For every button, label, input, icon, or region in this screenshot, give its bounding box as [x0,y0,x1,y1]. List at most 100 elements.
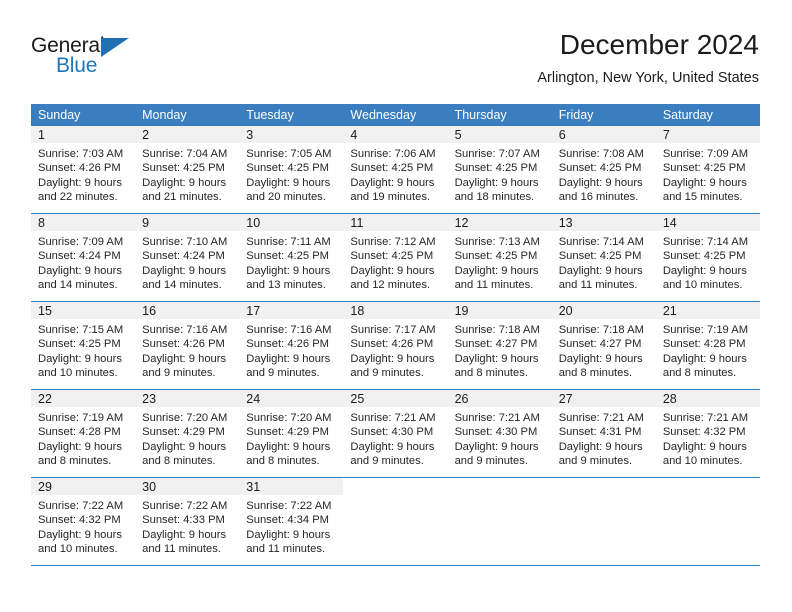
calendar-day-cell[interactable]: 17 Sunrise: 7:16 AM Sunset: 4:26 PM Dayligh… [239,302,344,389]
calendar-day-cell[interactable]: 22 Sunrise: 7:19 AM Sunset: 4:28 PM Dayligh… [31,390,136,477]
day-number: 21 [662,304,677,318]
daylight-text-line1: Daylight: 9 hours [454,264,539,277]
sunrise-text: Sunrise: 7:09 AM [38,236,124,248]
calendar-day-cell[interactable]: 24 Sunrise: 7:20 AM Sunset: 4:29 PM Dayligh… [239,390,344,477]
calendar-day-cell[interactable]: 13 Sunrise: 7:14 AM Sunset: 4:25 PM Dayligh… [551,214,656,301]
sunset-text: Sunset: 4:30 PM [454,426,538,439]
calendar-day-cell[interactable]: 11 Sunrise: 7:12 AM Sunset: 4:25 PM Dayligh… [343,214,448,301]
daylight-text-line2: and 10 minutes. [38,543,118,556]
day-number-band: 3 [239,126,344,143]
sunrise-text: Sunrise: 7:14 AM [662,236,749,248]
day-details: Sunrise: 7:09 AM Sunset: 4:24 PM Daylight:… [31,231,135,293]
calendar-day-cell[interactable]: 21 Sunrise: 7:19 AM Sunset: 4:28 PM Dayligh… [655,302,760,389]
calendar-day-cell[interactable]: 16 Sunrise: 7:16 AM Sunset: 4:26 PM Dayligh… [135,302,240,389]
day-number-band: 10 [239,214,344,231]
page-header: General Blue December 2024 Arlington, Ne… [0,0,792,100]
daylight-text-line2: and 18 minutes. [454,191,535,204]
calendar-day-cell[interactable]: 27 Sunrise: 7:21 AM Sunset: 4:31 PM Dayligh… [551,390,656,477]
day-number: 9 [142,216,150,230]
day-details: Sunrise: 7:15 AM Sunset: 4:25 PM Daylight:… [31,319,135,381]
sunrise-text: Sunrise: 7:22 AM [142,500,228,512]
day-number-band: 14 [655,214,760,231]
calendar-day-cell[interactable]: 19 Sunrise: 7:18 AM Sunset: 4:27 PM Dayligh… [447,302,552,389]
calendar-day-cell[interactable]: 3 Sunrise: 7:05 AM Sunset: 4:25 PM Daylight… [239,126,344,213]
daylight-text-line2: and 8 minutes. [246,455,320,468]
daylight-text-line2: and 16 minutes. [558,191,639,204]
daylight-text-line2: and 10 minutes. [38,367,118,380]
day-details: Sunrise: 7:20 AM Sunset: 4:29 PM Daylight:… [135,407,239,469]
sunrise-text: Sunrise: 7:03 AM [38,148,124,160]
calendar-day-cell[interactable]: 31 Sunrise: 7:22 AM Sunset: 4:34 PM Dayligh… [239,478,344,565]
day-details: Sunrise: 7:14 AM Sunset: 4:25 PM Daylight:… [656,231,760,293]
daylight-text-line1: Daylight: 9 hours [38,264,122,277]
calendar-day-cell[interactable]: 10 Sunrise: 7:11 AM Sunset: 4:25 PM Dayligh… [239,214,344,301]
day-number: 8 [38,216,45,230]
day-number: 18 [350,304,365,318]
day-details: Sunrise: 7:06 AM Sunset: 4:25 PM Daylight:… [343,143,447,205]
sunrise-text: Sunrise: 7:10 AM [142,236,228,248]
sunrise-text: Sunrise: 7:09 AM [662,148,749,160]
sunset-text: Sunset: 4:25 PM [662,250,746,263]
sunrise-text: Sunrise: 7:19 AM [662,324,749,336]
sunrise-text: Sunrise: 7:21 AM [558,412,644,424]
calendar-day-cell[interactable]: 23 Sunrise: 7:20 AM Sunset: 4:29 PM Dayligh… [135,390,240,477]
day-number-band: 1 [31,126,136,143]
daylight-text-line1: Daylight: 9 hours [454,176,539,189]
calendar-day-cell[interactable]: 26 Sunrise: 7:21 AM Sunset: 4:30 PM Dayligh… [447,390,552,477]
sunset-text: Sunset: 4:32 PM [38,514,121,527]
day-number: 17 [246,304,261,318]
daylight-text-line2: and 14 minutes. [38,279,118,292]
daylight-text-line2: and 21 minutes. [142,191,222,204]
calendar-day-cell[interactable]: 12 Sunrise: 7:13 AM Sunset: 4:25 PM Dayligh… [447,214,552,301]
calendar-day-cell[interactable]: 5 Sunrise: 7:07 AM Sunset: 4:25 PM Daylight… [447,126,552,213]
sunset-text: Sunset: 4:25 PM [38,338,121,351]
calendar-day-cell[interactable]: 25 Sunrise: 7:21 AM Sunset: 4:30 PM Dayligh… [343,390,448,477]
daylight-text-line2: and 12 minutes. [350,279,431,292]
daylight-text-line1: Daylight: 9 hours [558,440,643,453]
day-number-band: 11 [343,214,448,231]
daylight-text-line1: Daylight: 9 hours [246,440,331,453]
calendar-day-cell[interactable]: 15 Sunrise: 7:15 AM Sunset: 4:25 PM Dayligh… [31,302,136,389]
calendar-day-cell[interactable]: 6 Sunrise: 7:08 AM Sunset: 4:25 PM Daylight… [551,126,656,213]
sunset-text: Sunset: 4:32 PM [662,426,746,439]
day-number: 11 [350,216,364,230]
day-number-band: 16 [135,302,240,319]
daylight-text-line1: Daylight: 9 hours [246,352,331,365]
calendar-day-cell[interactable]: 30 Sunrise: 7:22 AM Sunset: 4:33 PM Dayligh… [135,478,240,565]
daylight-text-line1: Daylight: 9 hours [350,264,435,277]
daylight-text-line1: Daylight: 9 hours [142,264,227,277]
day-number: 25 [350,392,365,406]
daylight-text-line1: Daylight: 9 hours [662,176,747,189]
calendar-day-cell[interactable]: 14 Sunrise: 7:14 AM Sunset: 4:25 PM Dayligh… [655,214,760,301]
calendar-day-cell[interactable]: 4 Sunrise: 7:06 AM Sunset: 4:25 PM Daylight… [343,126,448,213]
day-number: 6 [558,128,566,142]
daylight-text-line2: and 8 minutes. [662,367,737,380]
day-number-band [447,478,552,495]
sunset-text: Sunset: 4:25 PM [246,162,329,175]
daylight-text-line2: and 8 minutes. [38,455,112,468]
sunrise-text: Sunrise: 7:21 AM [350,412,436,424]
sunrise-text: Sunrise: 7:22 AM [246,500,332,512]
calendar-day-cell[interactable]: 7 Sunrise: 7:09 AM Sunset: 4:25 PM Daylight… [655,126,760,213]
calendar-day-cell[interactable]: 20 Sunrise: 7:18 AM Sunset: 4:27 PM Dayligh… [551,302,656,389]
day-number: 3 [246,128,254,142]
calendar-day-cell[interactable]: 29 Sunrise: 7:22 AM Sunset: 4:32 PM Dayligh… [31,478,136,565]
day-number-band: 29 [31,478,136,495]
daylight-text-line2: and 11 minutes. [246,543,326,556]
day-number-band: 27 [551,390,656,407]
day-number-band: 8 [31,214,136,231]
calendar-day-cell[interactable]: 18 Sunrise: 7:17 AM Sunset: 4:26 PM Dayligh… [343,302,448,389]
day-number: 26 [454,392,469,406]
daylight-text-line2: and 9 minutes. [558,455,633,468]
sunrise-text: Sunrise: 7:18 AM [454,324,540,336]
calendar-day-cell[interactable]: 9 Sunrise: 7:10 AM Sunset: 4:24 PM Daylight… [135,214,240,301]
daylight-text-line2: and 11 minutes. [454,279,534,292]
calendar-day-cell[interactable]: 28 Sunrise: 7:21 AM Sunset: 4:32 PM Dayligh… [655,390,760,477]
sunset-text: Sunset: 4:26 PM [38,162,121,175]
day-number: 5 [454,128,462,142]
day-number-band: 12 [447,214,552,231]
calendar-day-cell[interactable]: 2 Sunrise: 7:04 AM Sunset: 4:25 PM Daylight… [135,126,240,213]
calendar-day-cell[interactable]: 8 Sunrise: 7:09 AM Sunset: 4:24 PM Daylight… [31,214,136,301]
calendar-day-cell[interactable]: 1 Sunrise: 7:03 AM Sunset: 4:26 PM Daylight… [31,126,136,213]
calendar-week-row: 8 Sunrise: 7:09 AM Sunset: 4:24 PM Daylight… [31,214,760,302]
